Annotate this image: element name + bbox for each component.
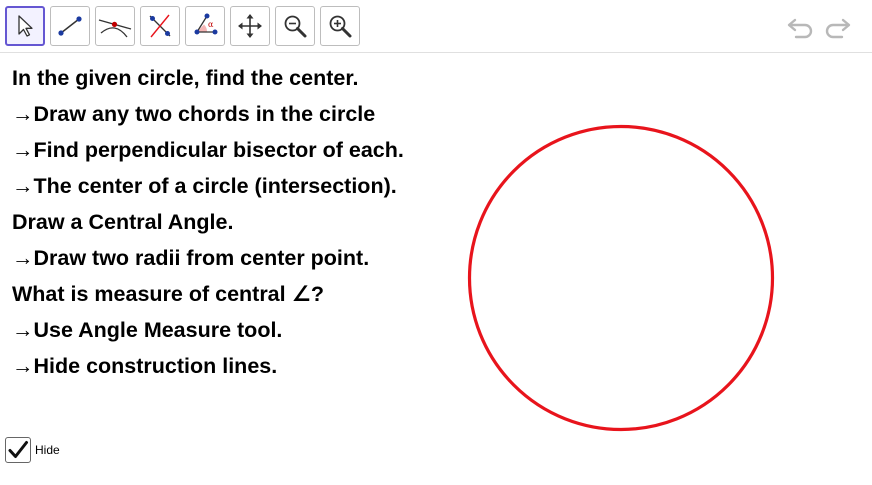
zoom-out-icon	[284, 15, 307, 38]
instruction-line: →Use Angle Measure tool.	[12, 318, 283, 342]
perpendicular-bisector-tool-button[interactable]	[140, 6, 180, 46]
hide-checkbox-label: Hide	[35, 443, 60, 457]
zoom-in-tool-button[interactable]	[320, 6, 360, 46]
instruction-line: →The center of a circle (intersection).	[12, 174, 397, 198]
instruction-line: In the given circle, find the center.	[12, 66, 359, 90]
instruction-line: What is measure of central ∠?	[12, 282, 324, 306]
instruction-line: →Draw any two chords in the circle	[12, 102, 376, 126]
instruction-line: →Hide construction lines.	[12, 354, 278, 378]
toolbar: α	[0, 0, 872, 53]
perpendicular-bisector-icon	[149, 14, 171, 38]
segment-tool-button[interactable]	[50, 6, 90, 46]
zoom-out-tool-button[interactable]	[275, 6, 315, 46]
redo-icon	[825, 18, 851, 39]
checkmark-icon	[8, 441, 28, 458]
redo-button[interactable]	[822, 12, 852, 42]
move-tool-button[interactable]	[5, 6, 45, 46]
move-graphics-view-tool-button[interactable]	[230, 6, 270, 46]
undo-icon	[787, 18, 813, 39]
instruction-line: →Draw two radii from center point.	[12, 246, 370, 270]
angle-tool-button[interactable]: α	[185, 6, 225, 46]
instructions-text: In the given circle, find the center. →D…	[12, 62, 404, 386]
move-arrow-icon	[18, 15, 33, 37]
zoom-in-icon	[329, 15, 352, 38]
instruction-line: →Find perpendicular bisector of each.	[12, 138, 404, 162]
segment-icon	[58, 16, 82, 36]
intersect-tool-button[interactable]	[95, 6, 135, 46]
angle-icon: α	[194, 13, 218, 35]
hide-checkbox[interactable]	[5, 437, 31, 463]
move-graphics-view-icon	[238, 14, 262, 38]
instruction-line: Draw a Central Angle.	[12, 210, 234, 234]
given-circle[interactable]	[467, 124, 775, 432]
intersect-icon	[98, 19, 132, 38]
svg-text:α: α	[208, 20, 214, 29]
undo-button[interactable]	[786, 12, 816, 42]
